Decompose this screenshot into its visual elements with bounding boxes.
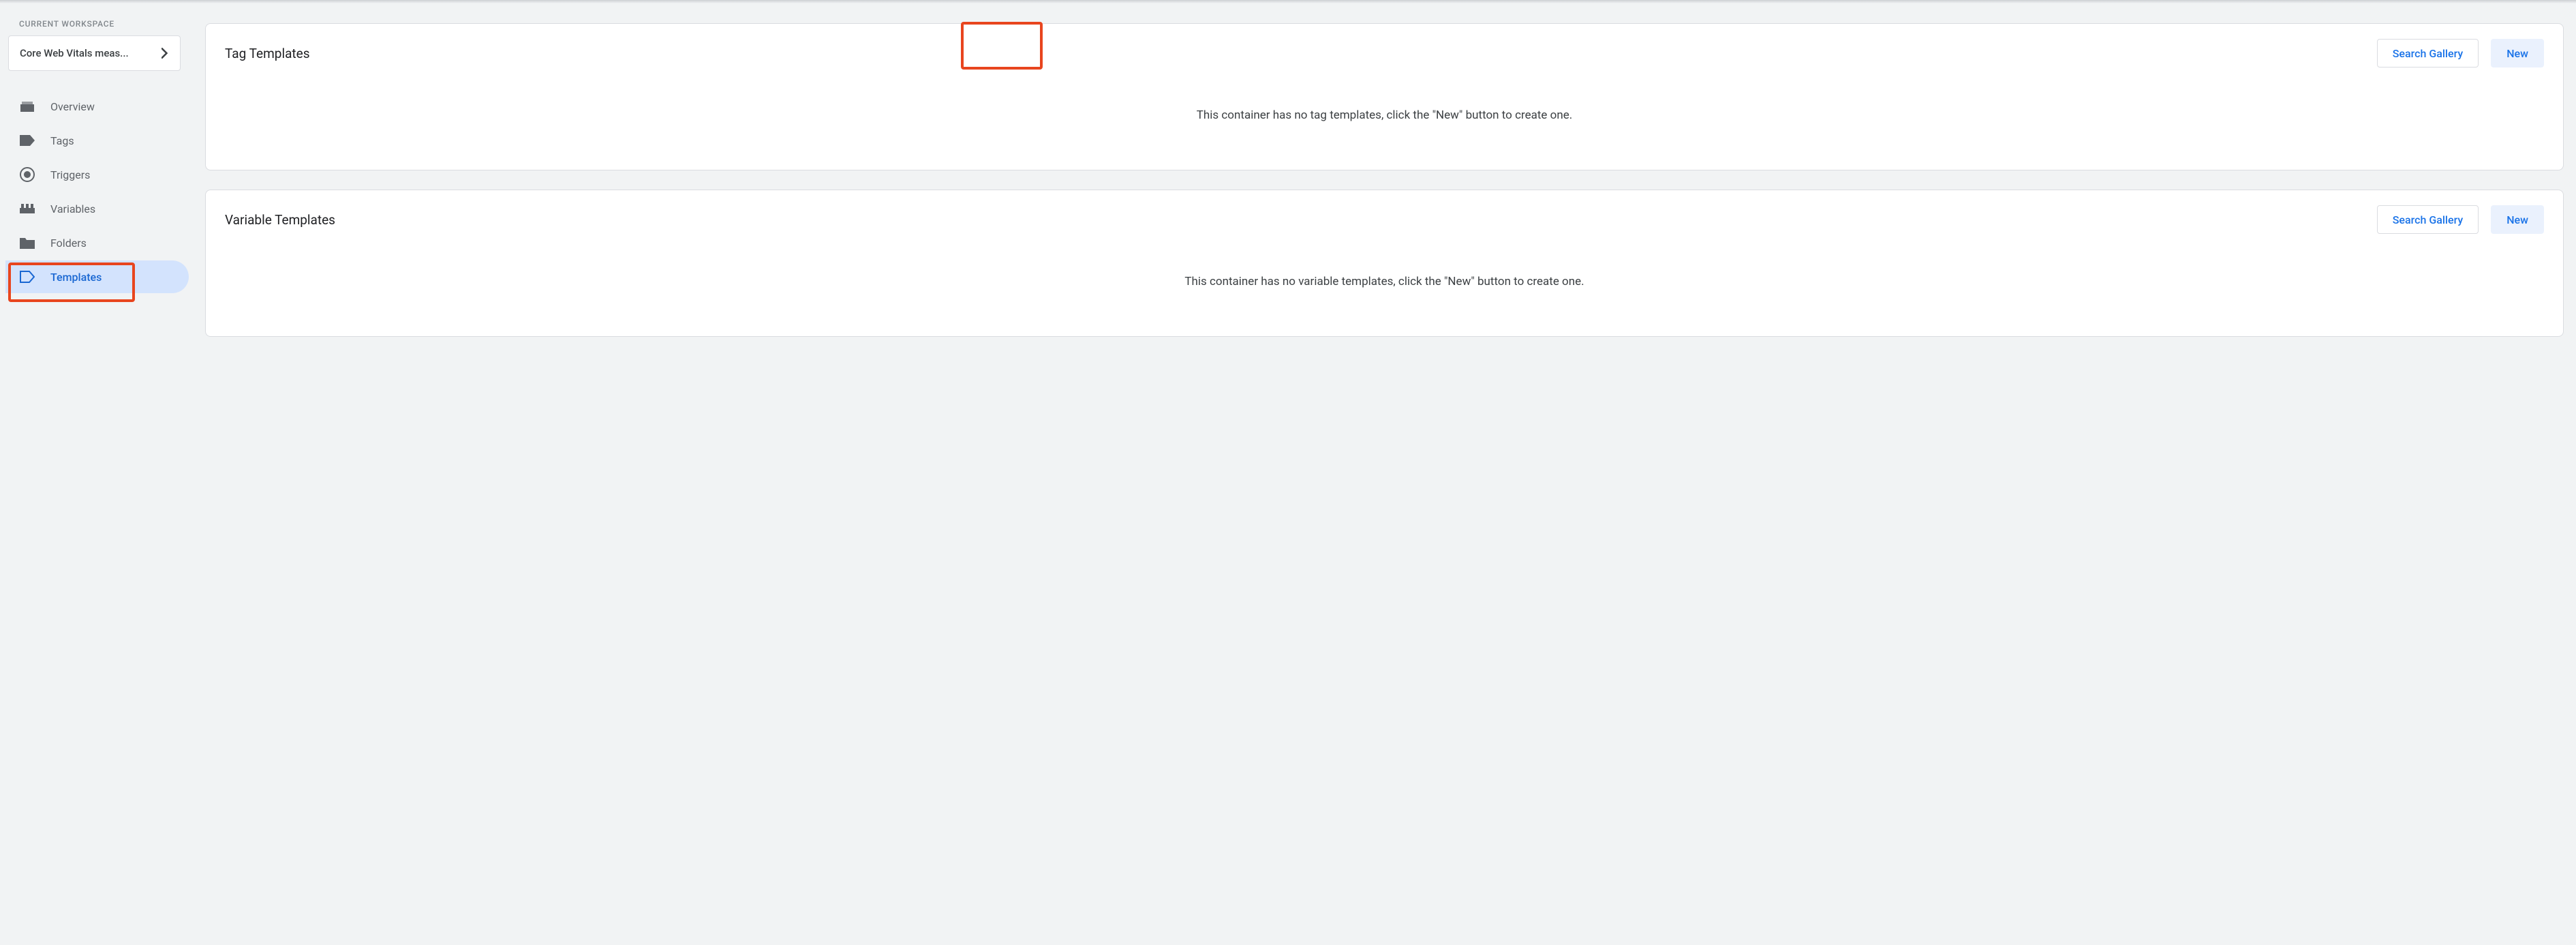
new-variable-template-button[interactable]: New <box>2491 205 2544 234</box>
card-header: Variable Templates Search Gallery New <box>225 205 2544 234</box>
card-header: Tag Templates Search Gallery New <box>225 39 2544 68</box>
sidebar-item-overview[interactable]: Overview <box>5 90 189 123</box>
folder-icon <box>19 235 35 251</box>
sidebar-item-triggers[interactable]: Triggers <box>5 158 189 191</box>
sidebar-item-label: Triggers <box>50 168 90 181</box>
triggers-icon <box>19 166 35 183</box>
workspace-selector[interactable]: Core Web Vitals meas... <box>8 35 181 71</box>
new-tag-template-button[interactable]: New <box>2491 39 2544 68</box>
card-actions: Search Gallery New <box>2377 205 2544 234</box>
sidebar-item-variables[interactable]: Variables <box>5 192 189 225</box>
sidebar-item-label: Templates <box>50 271 102 284</box>
empty-state-text: This container has no variable templates… <box>225 234 2544 288</box>
templates-icon <box>19 269 35 285</box>
sidebar-item-tags[interactable]: Tags <box>5 124 189 157</box>
variables-icon <box>19 200 35 217</box>
search-gallery-button[interactable]: Search Gallery <box>2377 205 2479 234</box>
app-layout: CURRENT WORKSPACE Core Web Vitals meas..… <box>0 0 2576 945</box>
sidebar-item-label: Variables <box>50 202 95 215</box>
search-gallery-button[interactable]: Search Gallery <box>2377 39 2479 68</box>
top-shadow <box>0 0 2576 3</box>
overview-icon <box>19 98 35 115</box>
card-title: Variable Templates <box>225 212 335 228</box>
card-title: Tag Templates <box>225 46 310 61</box>
card-actions: Search Gallery New <box>2377 39 2544 68</box>
workspace-heading: CURRENT WORKSPACE <box>5 19 189 35</box>
sidebar-item-label: Tags <box>50 134 74 147</box>
sidebar-item-templates[interactable]: Templates <box>5 260 189 293</box>
chevron-right-icon <box>157 45 173 61</box>
tag-icon <box>19 132 35 149</box>
sidebar-item-label: Overview <box>50 100 95 113</box>
variable-templates-card: Variable Templates Search Gallery New Th… <box>205 190 2564 337</box>
sidebar-item-folders[interactable]: Folders <box>5 226 189 259</box>
tag-templates-card: Tag Templates Search Gallery New This co… <box>205 23 2564 170</box>
main-content: Tag Templates Search Gallery New This co… <box>194 8 2576 945</box>
sidebar: CURRENT WORKSPACE Core Web Vitals meas..… <box>0 8 194 945</box>
sidebar-item-label: Folders <box>50 237 87 250</box>
sidebar-nav: Overview Tags Triggers Variables <box>5 90 189 293</box>
empty-state-text: This container has no tag templates, cli… <box>225 68 2544 122</box>
workspace-name: Core Web Vitals meas... <box>20 47 129 59</box>
